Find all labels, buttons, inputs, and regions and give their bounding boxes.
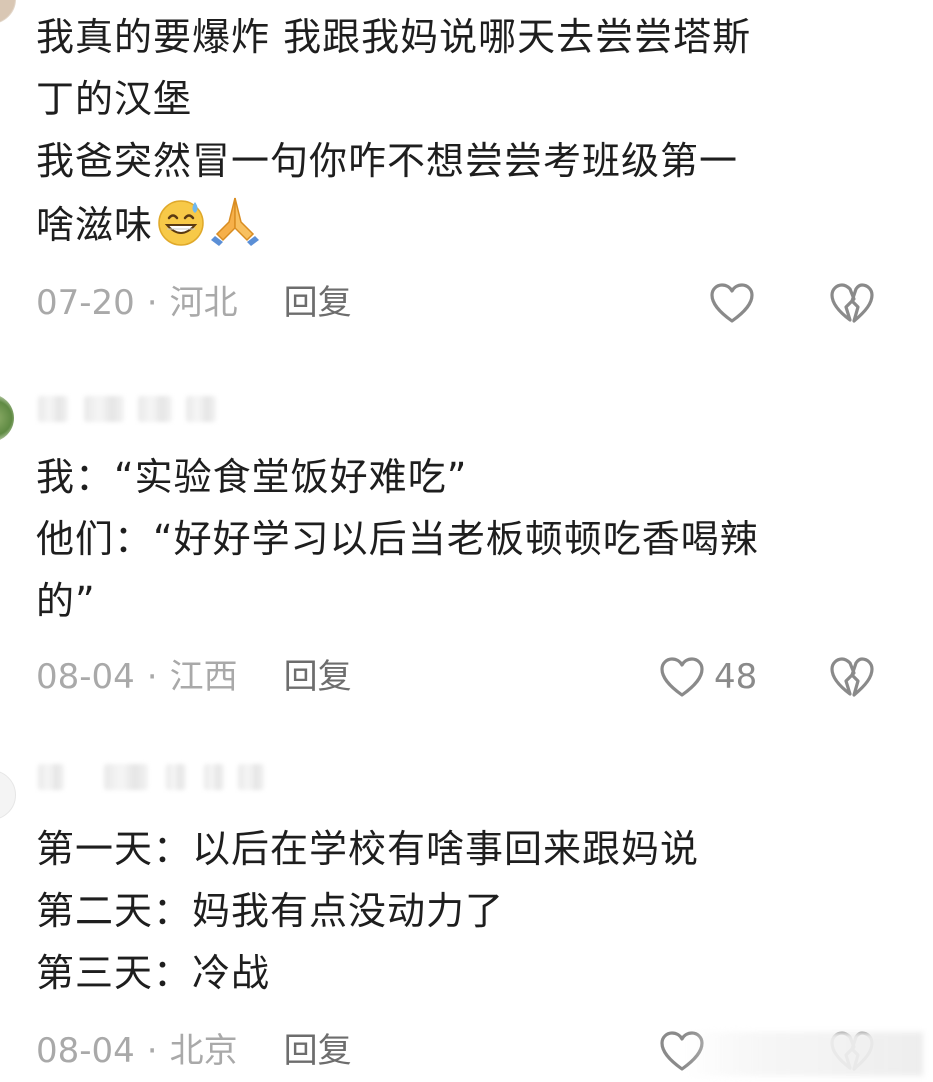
meta-separator: · <box>146 657 158 697</box>
comment-line: 我：“实验食堂饭好难吃” <box>36 455 468 499</box>
broken-heart-outline-icon <box>830 283 874 323</box>
comment-location: 江西 <box>169 657 238 697</box>
username-redacted[interactable] <box>38 390 278 426</box>
comment-line: 我真的要爆炸 我跟我妈说哪天去尝尝塔斯 <box>36 15 752 59</box>
like-count: 48 <box>714 657 758 697</box>
reply-button[interactable]: 回复 <box>284 283 352 323</box>
comment-date: 08-04 <box>36 657 135 697</box>
comment-location: 北京 <box>169 1031 238 1071</box>
comment-line: 他们：“好好学习以后当老板顿顿吃香喝辣 <box>36 517 759 561</box>
comment-text: 我：“实验食堂饭好难吃” 他们：“好好学习以后当老板顿顿吃香喝辣 的” <box>36 446 759 632</box>
broken-heart-outline-icon <box>830 657 874 697</box>
comment-line: 我爸突然冒一句你咋不想尝尝考班级第一 <box>36 139 739 183</box>
comment-location: 河北 <box>169 283 238 323</box>
avatar[interactable] <box>0 0 16 24</box>
heart-outline-icon <box>660 657 704 697</box>
comment-line-text: 啥滋味 <box>36 203 154 247</box>
comment-meta: 08-04 · 江西 回复 <box>36 652 352 702</box>
meta-separator: · <box>146 283 158 323</box>
comment-date: 08-04 <box>36 1031 135 1071</box>
dislike-button[interactable] <box>828 652 876 702</box>
heart-outline-icon <box>710 283 754 323</box>
comment-line: 啥滋味 <box>36 192 751 256</box>
folded-hands-emoji <box>211 197 260 246</box>
meta-separator: · <box>146 1031 158 1071</box>
comment-line: 丁的汉堡 <box>36 77 193 121</box>
reply-button[interactable]: 回复 <box>284 1031 352 1071</box>
dislike-button[interactable] <box>828 278 876 328</box>
comment-line: 的” <box>36 579 96 623</box>
comment-meta: 08-04 · 北京 回复 <box>36 1026 352 1076</box>
comment-meta: 07-20 · 河北 回复 <box>36 278 352 328</box>
comment-text: 我真的要爆炸 我跟我妈说哪天去尝尝塔斯 丁的汉堡 我爸突然冒一句你咋不想尝尝考班… <box>36 6 751 256</box>
reply-button[interactable]: 回复 <box>284 657 352 697</box>
comment-line: 第一天：以后在学校有啥事回来跟妈说 <box>36 827 700 871</box>
comment-line: 第三天：冷战 <box>36 951 271 995</box>
avatar[interactable] <box>0 394 14 442</box>
comment-line: 第二天：妈我有点没动力了 <box>36 889 505 933</box>
watermark-overlay <box>683 1032 923 1076</box>
like-button[interactable]: 48 <box>658 652 757 702</box>
like-button[interactable] <box>708 278 764 328</box>
comment-text: 第一天：以后在学校有啥事回来跟妈说 第二天：妈我有点没动力了 第三天：冷战 <box>36 818 699 1004</box>
avatar[interactable] <box>0 770 16 820</box>
comment-date: 07-20 <box>36 283 135 323</box>
username-redacted[interactable] <box>38 758 278 794</box>
grinning-sweat-emoji <box>158 200 204 246</box>
